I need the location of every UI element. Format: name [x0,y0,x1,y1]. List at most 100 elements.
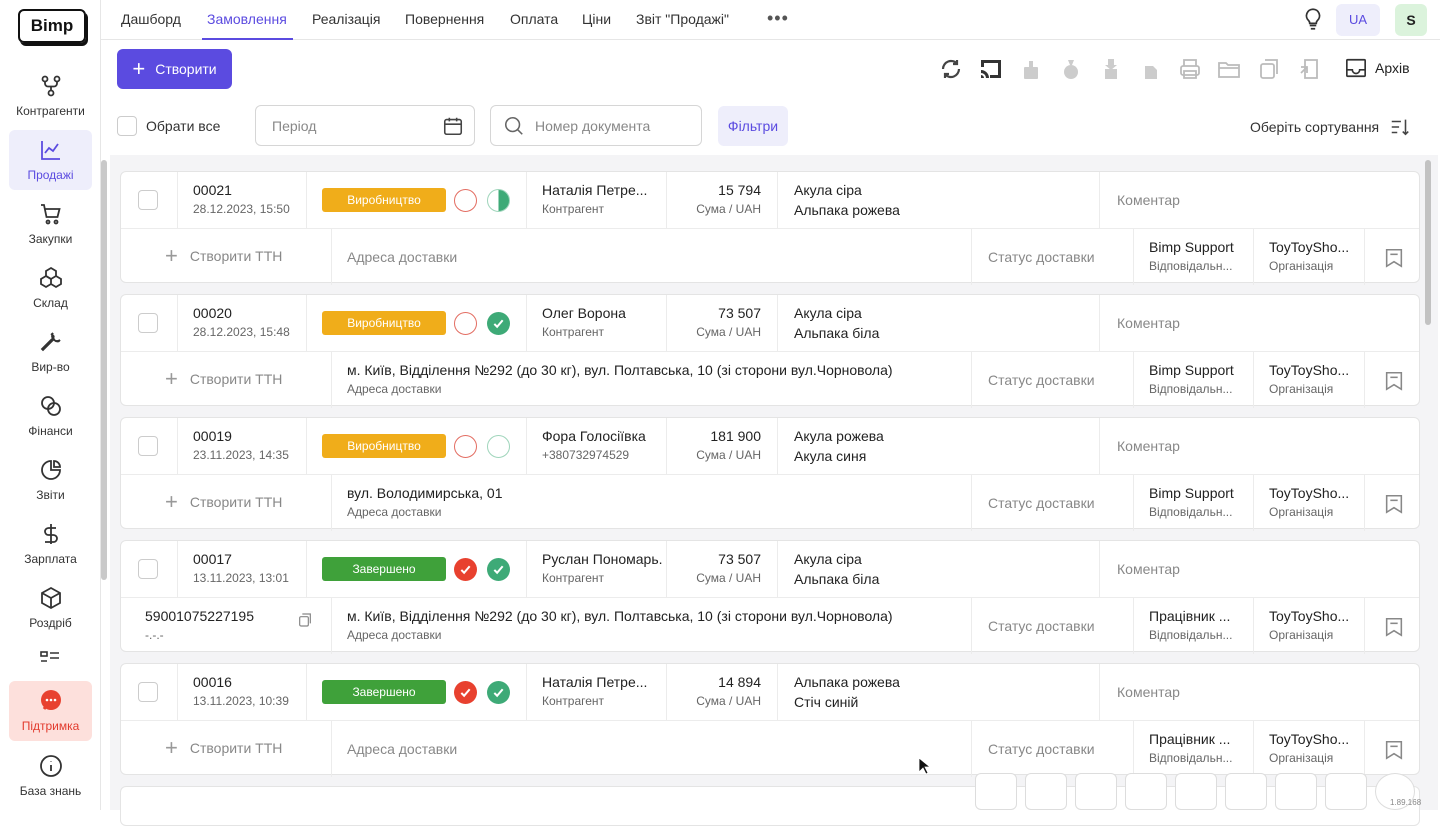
calendar-icon[interactable] [442,115,464,137]
shipment-status-icon[interactable] [487,435,510,458]
tab-payment[interactable]: Оплата [510,0,558,40]
order-checkbox[interactable] [138,682,158,702]
shipment-status-icon[interactable] [487,558,510,581]
ttn-cell[interactable]: 59001075227195 -.-.- [145,608,254,642]
create-ttn-button[interactable]: + Створити ТТН [165,491,282,513]
contractor-cell[interactable]: Олег Ворона Контрагент [542,305,662,339]
order-card[interactable]: 00019 23.11.2023, 14:35 Виробництво Фора… [120,417,1420,531]
order-card[interactable]: 00017 13.11.2023, 13:01 Завершено Руслан… [120,540,1420,654]
order-checkbox[interactable] [138,313,158,333]
tab-dashboard[interactable]: Дашборд [121,0,181,40]
comment-field[interactable]: Коментар [1117,561,1180,577]
shipment-status-icon[interactable] [487,189,510,212]
delivery-status[interactable]: Статус доставки [988,618,1095,634]
list-scrollbar[interactable] [1425,160,1431,325]
bookmark-icon[interactable] [1383,493,1405,515]
organization-cell[interactable]: ToyToySho... Організація [1269,362,1359,396]
bulk-action-button[interactable] [975,773,1017,810]
contractor-cell[interactable]: Руслан Пономарь... Контрагент [542,551,662,585]
tab-orders[interactable]: Замовлення [202,0,293,40]
order-checkbox[interactable] [138,190,158,210]
avatar[interactable]: S [1395,4,1427,36]
bookmark-icon[interactable] [1383,739,1405,761]
bookmark-icon[interactable] [1383,616,1405,638]
select-all-checkbox[interactable] [117,116,137,136]
status-badge[interactable]: Завершено [322,557,446,581]
payment-status-icon[interactable] [454,435,477,458]
sidebar-item-knowledge-base[interactable]: База знань [9,746,92,806]
bulk-action-button[interactable] [1025,773,1067,810]
cast-icon[interactable] [979,57,1003,81]
refresh-icon[interactable] [939,57,963,81]
payment-status-icon[interactable] [454,189,477,212]
sidebar-item-retail[interactable]: Роздріб [9,578,92,638]
period-field[interactable]: Період [255,105,475,146]
sidebar-item-support[interactable]: Підтримка [9,681,92,741]
organization-cell[interactable]: ToyToySho... Організація [1269,239,1359,273]
sidebar-item-purchases[interactable]: Закупки [9,194,92,254]
order-card[interactable]: 00020 28.12.2023, 15:48 Виробництво Олег… [120,294,1420,408]
tab-returns[interactable]: Повернення [405,0,484,40]
bulk-action-button[interactable] [1075,773,1117,810]
sidebar-item-salary[interactable]: Зарплата [9,514,92,574]
organization-cell[interactable]: ToyToySho... Організація [1269,731,1359,765]
responsible-cell[interactable]: Bimp Support Відповідальн... [1149,239,1239,273]
sort-selector[interactable]: Оберіть сортування [1250,116,1411,138]
tab-realization[interactable]: Реалізація [312,0,381,40]
order-card[interactable]: 00021 28.12.2023, 15:50 Виробництво Ната… [120,171,1420,285]
delivery-address-cell[interactable]: м. Київ, Відділення №292 (до 30 кг), вул… [347,608,893,642]
folder-icon[interactable] [1217,57,1241,81]
language-switch[interactable]: UA [1336,4,1380,36]
sidebar-item-contractors[interactable]: Контрагенти [9,66,92,126]
shipment-status-icon[interactable] [487,681,510,704]
more-modules-icon[interactable] [40,650,60,662]
bulk-action-button[interactable] [1225,773,1267,810]
organization-cell[interactable]: ToyToySho... Організація [1269,485,1359,519]
order-checkbox[interactable] [138,436,158,456]
more-tabs-icon[interactable]: ••• [767,8,789,29]
download-doc-icon[interactable] [1099,57,1123,81]
comment-field[interactable]: Коментар [1117,315,1180,331]
bookmark-icon[interactable] [1383,247,1405,269]
print-icon[interactable] [1178,57,1202,81]
bulk-action-button[interactable] [1275,773,1317,810]
contractor-cell[interactable]: Наталія Петре... Контрагент [542,674,662,708]
order-number-cell[interactable]: 00020 28.12.2023, 15:48 [193,305,290,339]
sidebar-item-production[interactable]: Вир-во [9,322,92,382]
bulk-action-button[interactable] [1325,773,1367,810]
responsible-cell[interactable]: Bimp Support Відповідальн... [1149,485,1239,519]
order-card[interactable]: 00016 13.11.2023, 10:39 Завершено Наталі… [120,663,1420,777]
select-all[interactable]: Обрати все [117,116,220,136]
sidebar-item-warehouse[interactable]: Склад [9,258,92,318]
create-ttn-button[interactable]: + Створити ТТН [165,368,282,390]
delivery-address-placeholder[interactable]: Адреса доставки [347,249,457,265]
responsible-cell[interactable]: Працівник ... Відповідальн... [1149,608,1239,642]
tab-prices[interactable]: Ціни [582,0,611,40]
delivery-address-cell[interactable]: м. Київ, Відділення №292 (до 30 кг), вул… [347,362,893,396]
delivery-status[interactable]: Статус доставки [988,495,1095,511]
copy-icon[interactable] [1257,57,1281,81]
contractor-cell[interactable]: Наталія Петре... Контрагент [542,182,662,216]
money-bag-icon[interactable] [1059,57,1083,81]
lightbulb-icon[interactable] [1300,6,1326,32]
sidebar-scrollbar[interactable] [101,160,107,580]
bulk-action-button[interactable] [1175,773,1217,810]
tab-sales-report[interactable]: Звіт "Продажі" [636,0,729,40]
status-badge[interactable]: Виробництво [322,188,446,212]
order-number-cell[interactable]: 00017 13.11.2023, 13:01 [193,551,289,585]
organization-cell[interactable]: ToyToySho... Організація [1269,608,1359,642]
payment-status-icon[interactable] [454,312,477,335]
document-number-search[interactable]: Номер документа [490,105,702,146]
copy-icon[interactable] [297,612,313,628]
document-icon[interactable] [1139,57,1163,81]
order-checkbox[interactable] [138,559,158,579]
bulk-action-button[interactable] [1125,773,1167,810]
status-badge[interactable]: Завершено [322,680,446,704]
delivery-address-cell[interactable]: вул. Володимирська, 01 Адреса доставки [347,485,502,519]
sidebar-item-finance[interactable]: Фінанси [9,386,92,446]
delivery-status[interactable]: Статус доставки [988,249,1095,265]
create-ttn-button[interactable]: + Створити ТТН [165,245,282,267]
order-number-cell[interactable]: 00019 23.11.2023, 14:35 [193,428,289,462]
bimp-logo[interactable]: Bimp [18,9,86,43]
export-icon[interactable] [1297,57,1321,81]
